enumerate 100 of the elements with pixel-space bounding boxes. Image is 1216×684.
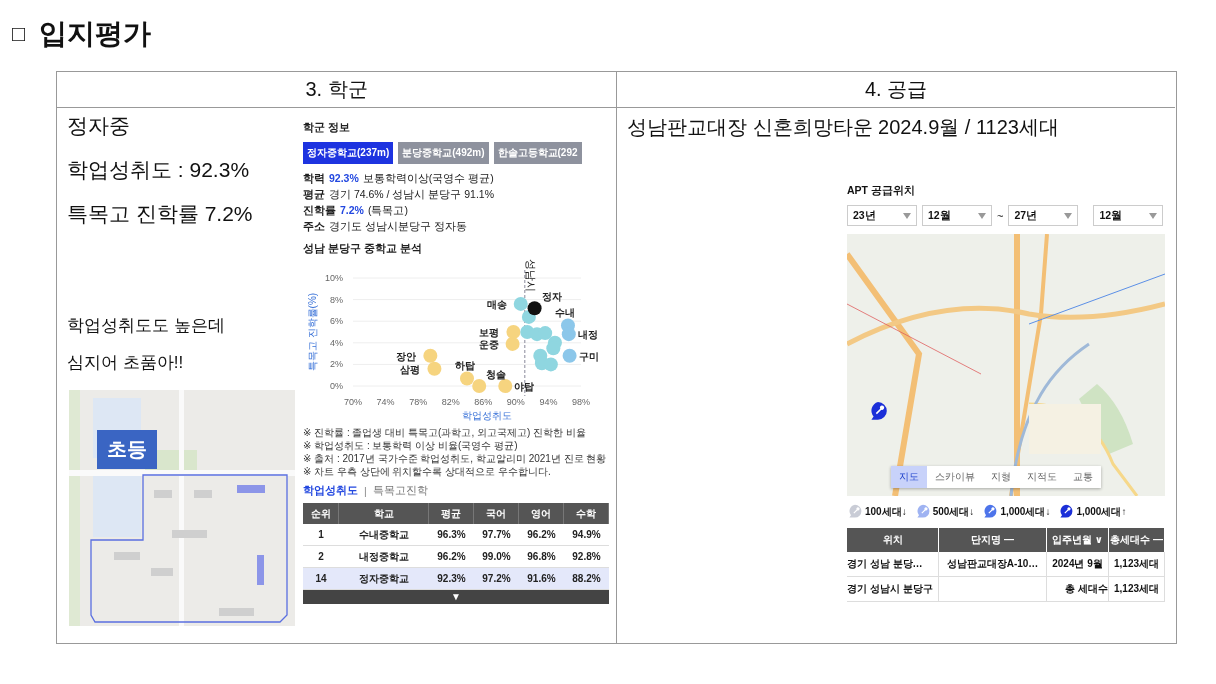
- axis-label: 10%: [325, 273, 343, 283]
- expand-button[interactable]: ▼: [303, 590, 609, 604]
- table-header: 영어: [519, 503, 564, 524]
- table-header: 순위: [303, 503, 339, 524]
- table-cell: 총 세대수: [1047, 577, 1109, 602]
- dropdown[interactable]: 12월: [1093, 205, 1164, 226]
- note-text: ※ 진학률 : 졸업생 대비 특목고(과학고, 외고국제고) 진학한 비율: [303, 426, 587, 439]
- axis-label: 0%: [330, 381, 343, 391]
- axis-label: 90%: [506, 397, 525, 407]
- point-label: 구미: [578, 350, 599, 362]
- map-view-tab[interactable]: 지적도: [1019, 466, 1065, 488]
- info-text: (특목고): [367, 204, 408, 218]
- caret-icon: [1064, 212, 1073, 219]
- table-cell: 92.3%: [429, 568, 474, 590]
- legend-label: 1,000세대↓: [1000, 505, 1051, 519]
- note-text: ※ 출처 : 2017년 국가수준 학업성취도, 학교알리미 2021년 진로 현황: [303, 452, 608, 465]
- reference-label: 성남시: [524, 259, 537, 292]
- axis-label: 98%: [572, 397, 590, 407]
- point-label: 수내: [555, 307, 576, 318]
- map-label: 초등: [97, 430, 157, 469]
- info-value: 7.2%: [340, 204, 364, 218]
- axis-label: 82%: [441, 397, 460, 407]
- school-stat: 특목고 진학률 7.2%: [67, 202, 254, 226]
- info-text: 경기 74.6% / 성남시 분당구 91.1%: [329, 188, 495, 202]
- map-view-tab[interactable]: 지도: [891, 466, 927, 488]
- table-header[interactable]: 입주년월 ∨: [1047, 528, 1109, 552]
- axis-label: 94%: [539, 397, 558, 407]
- comment-text: 심지어 초품아!!: [67, 353, 185, 373]
- axis-label: 86%: [474, 397, 493, 407]
- table-cell: 1,123세대: [1109, 552, 1165, 577]
- legend-label: 500세대↓: [932, 505, 975, 519]
- column-header: 3. 학군: [57, 72, 616, 108]
- checkbox-marker: □: [12, 21, 26, 47]
- school-name: 정자중: [67, 114, 131, 138]
- table-header[interactable]: 총세대수 —: [1109, 528, 1165, 552]
- point-label: 보평: [479, 327, 500, 338]
- axis-label: 70%: [344, 397, 362, 407]
- table-cell: 경기 성남 분당…: [847, 552, 939, 577]
- axis-title: 학업성취도: [462, 410, 512, 421]
- axis-label: 2%: [330, 359, 343, 370]
- point-label: 청솔: [486, 368, 507, 380]
- map-view-tab[interactable]: 스카이뷰: [927, 466, 983, 488]
- info-value: 92.3%: [329, 172, 359, 186]
- axis-title: 특목고 진학률(%): [307, 292, 318, 372]
- table-header: 학교: [339, 503, 429, 524]
- table-cell: 88.2%: [564, 568, 609, 590]
- point-label: 정자: [541, 290, 562, 302]
- point-label: 장안: [396, 350, 417, 362]
- point-label: 하탑: [454, 359, 475, 371]
- note-text: ※ 차트 우측 상단에 위치할수록 상대적으로 우수합니다.: [303, 465, 552, 478]
- widget-title: APT 공급위치: [847, 184, 916, 198]
- info-text: 경기도 성남시분당구 정자동: [329, 220, 467, 234]
- table-cell: 경기 성남시 분당구: [847, 577, 939, 602]
- table-header[interactable]: 위치: [847, 528, 939, 552]
- school-stat: 학업성취도 : 92.3%: [67, 158, 251, 182]
- sub-tab[interactable]: 특목고진학: [372, 484, 428, 498]
- caret-icon: [903, 212, 911, 219]
- point-label: 매송: [486, 298, 507, 310]
- table-cell: 2024년 9월: [1047, 552, 1109, 577]
- table-cell: 91.6%: [519, 568, 564, 590]
- section-title: 성남 분당구 중학교 분석: [303, 242, 423, 256]
- comment-text: 학업성취도도 높은데: [67, 316, 226, 336]
- page-title: 입지평가: [39, 17, 152, 51]
- axis-label: 74%: [376, 397, 395, 407]
- sub-tab[interactable]: 학업성취도: [303, 484, 358, 498]
- legend-label: 100세대↓: [865, 505, 907, 519]
- table-header: 평균: [429, 503, 474, 524]
- caret-icon: [1149, 212, 1158, 219]
- caret-icon: [978, 212, 986, 219]
- school-tab[interactable]: 정자중학교(237m): [303, 142, 394, 164]
- point-label: 운중: [478, 338, 499, 350]
- point-label: 삼평: [400, 363, 421, 375]
- info-label: 주소: [303, 220, 325, 234]
- table-header[interactable]: 단지명 —: [939, 528, 1047, 552]
- note-text: ※ 학업성취도 : 보통학력 이상 비율(국영수 평균): [303, 439, 519, 452]
- dropdown[interactable]: 27년: [1008, 205, 1079, 226]
- point-label: 내정: [577, 329, 598, 341]
- map-view-tab[interactable]: 지형: [983, 466, 1019, 488]
- table-cell: 14: [303, 568, 339, 590]
- info-label: 학력: [303, 172, 325, 186]
- table-header: 국어: [474, 503, 519, 524]
- dropdown[interactable]: 12월: [922, 205, 992, 226]
- table-cell: 1,123세대: [1109, 577, 1165, 602]
- table-cell: 성남판교대장A-10…: [939, 552, 1047, 577]
- column-header: 4. 공급: [616, 72, 1175, 108]
- info-label: 진학률: [303, 204, 336, 218]
- range-separator: ~: [997, 209, 1004, 222]
- table-cell: 97.2%: [474, 568, 519, 590]
- info-label: 평균: [303, 188, 325, 202]
- axis-label: 4%: [330, 337, 343, 348]
- map-view-tab[interactable]: 교통: [1065, 466, 1101, 488]
- panel-title: 학군 정보: [303, 120, 352, 135]
- dropdown[interactable]: 23년: [847, 205, 917, 226]
- legend-label: 1,000세대↑: [1076, 505, 1127, 519]
- point-label: 야탑: [514, 381, 535, 392]
- tab-separator: |: [364, 485, 367, 497]
- axis-label: 6%: [330, 316, 343, 327]
- axis-label: 78%: [409, 397, 428, 407]
- info-text: 보통학력이상(국영수 평균): [362, 172, 494, 186]
- axis-label: 8%: [330, 294, 343, 305]
